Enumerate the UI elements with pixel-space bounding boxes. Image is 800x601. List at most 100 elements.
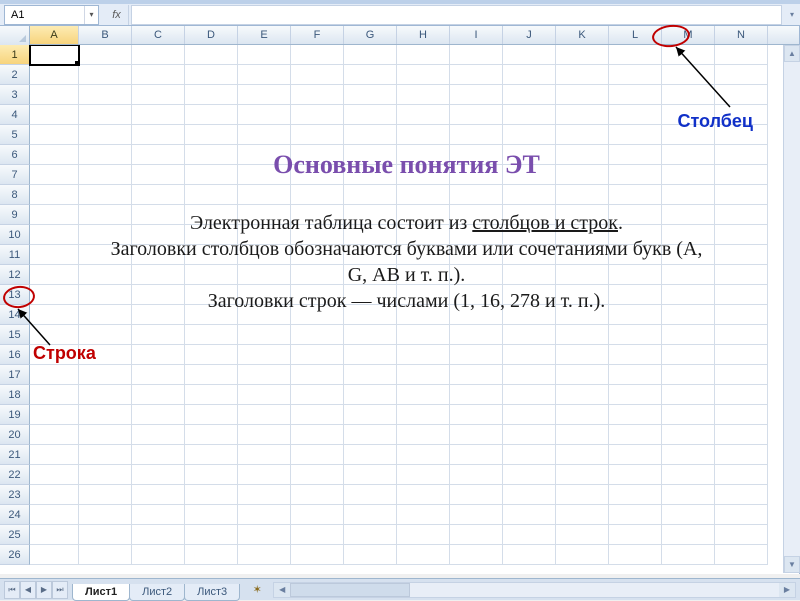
cell-A4[interactable] — [30, 105, 79, 125]
cell-F22[interactable] — [291, 465, 344, 485]
cell-K6[interactable] — [556, 145, 609, 165]
cell-E23[interactable] — [238, 485, 291, 505]
cell-L14[interactable] — [609, 305, 662, 325]
cell-M7[interactable] — [662, 165, 715, 185]
cell-N2[interactable] — [715, 65, 768, 85]
row-header-17[interactable]: 17 — [0, 365, 30, 385]
cell-N8[interactable] — [715, 185, 768, 205]
row-header-23[interactable]: 23 — [0, 485, 30, 505]
row-header-20[interactable]: 20 — [0, 425, 30, 445]
cell-D15[interactable] — [185, 325, 238, 345]
cell-M26[interactable] — [662, 545, 715, 565]
cell-H1[interactable] — [397, 45, 450, 65]
cell-G5[interactable] — [344, 125, 397, 145]
cell-H16[interactable] — [397, 345, 450, 365]
cell-L15[interactable] — [609, 325, 662, 345]
cell-C2[interactable] — [132, 65, 185, 85]
cell-A18[interactable] — [30, 385, 79, 405]
tab-nav-2[interactable]: ▶ — [36, 581, 52, 599]
cell-E19[interactable] — [238, 405, 291, 425]
cell-N7[interactable] — [715, 165, 768, 185]
cell-D19[interactable] — [185, 405, 238, 425]
cell-F25[interactable] — [291, 525, 344, 545]
cell-A5[interactable] — [30, 125, 79, 145]
cell-I26[interactable] — [450, 545, 503, 565]
cell-I5[interactable] — [450, 125, 503, 145]
cell-E5[interactable] — [238, 125, 291, 145]
column-header-J[interactable]: J — [503, 26, 556, 44]
row-header-10[interactable]: 10 — [0, 225, 30, 245]
column-header-B[interactable]: B — [79, 26, 132, 44]
cell-B22[interactable] — [79, 465, 132, 485]
cell-K10[interactable] — [556, 225, 609, 245]
cell-L10[interactable] — [609, 225, 662, 245]
cell-L7[interactable] — [609, 165, 662, 185]
row-header-21[interactable]: 21 — [0, 445, 30, 465]
cell-N18[interactable] — [715, 385, 768, 405]
cell-L8[interactable] — [609, 185, 662, 205]
row-header-4[interactable]: 4 — [0, 105, 30, 125]
cell-L21[interactable] — [609, 445, 662, 465]
cell-C9[interactable] — [132, 205, 185, 225]
cell-G16[interactable] — [344, 345, 397, 365]
cell-B1[interactable] — [79, 45, 132, 65]
cell-H9[interactable] — [397, 205, 450, 225]
cell-H4[interactable] — [397, 105, 450, 125]
cell-N4[interactable] — [715, 105, 768, 125]
select-all-button[interactable] — [0, 26, 30, 45]
cell-A2[interactable] — [30, 65, 79, 85]
cell-K5[interactable] — [556, 125, 609, 145]
cell-B25[interactable] — [79, 525, 132, 545]
cell-I18[interactable] — [450, 385, 503, 405]
cell-L26[interactable] — [609, 545, 662, 565]
cell-N17[interactable] — [715, 365, 768, 385]
cell-N9[interactable] — [715, 205, 768, 225]
cell-D20[interactable] — [185, 425, 238, 445]
cell-G9[interactable] — [344, 205, 397, 225]
cell-M12[interactable] — [662, 265, 715, 285]
cell-B8[interactable] — [79, 185, 132, 205]
cell-G20[interactable] — [344, 425, 397, 445]
tab-nav-1[interactable]: ◀ — [20, 581, 36, 599]
cell-M3[interactable] — [662, 85, 715, 105]
cell-I24[interactable] — [450, 505, 503, 525]
scroll-up-icon[interactable]: ▲ — [784, 45, 800, 62]
cell-G15[interactable] — [344, 325, 397, 345]
cell-A3[interactable] — [30, 85, 79, 105]
cell-C14[interactable] — [132, 305, 185, 325]
cell-H21[interactable] — [397, 445, 450, 465]
cell-C23[interactable] — [132, 485, 185, 505]
cell-A14[interactable] — [30, 305, 79, 325]
cell-F23[interactable] — [291, 485, 344, 505]
cell-D21[interactable] — [185, 445, 238, 465]
column-header-G[interactable]: G — [344, 26, 397, 44]
cell-G6[interactable] — [344, 145, 397, 165]
column-header-E[interactable]: E — [238, 26, 291, 44]
cell-I19[interactable] — [450, 405, 503, 425]
hscroll-track[interactable] — [410, 583, 779, 597]
scroll-right-icon[interactable]: ▶ — [779, 583, 795, 597]
cell-B16[interactable] — [79, 345, 132, 365]
name-box-dropdown-icon[interactable]: ▾ — [84, 6, 98, 24]
cell-E8[interactable] — [238, 185, 291, 205]
cell-N6[interactable] — [715, 145, 768, 165]
insert-function-button[interactable]: fx — [105, 5, 129, 25]
cell-A9[interactable] — [30, 205, 79, 225]
cell-C12[interactable] — [132, 265, 185, 285]
cell-A6[interactable] — [30, 145, 79, 165]
cell-D16[interactable] — [185, 345, 238, 365]
cell-E9[interactable] — [238, 205, 291, 225]
cell-I21[interactable] — [450, 445, 503, 465]
cell-E3[interactable] — [238, 85, 291, 105]
cell-D7[interactable] — [185, 165, 238, 185]
cell-B19[interactable] — [79, 405, 132, 425]
cell-E18[interactable] — [238, 385, 291, 405]
cell-H13[interactable] — [397, 285, 450, 305]
cell-A12[interactable] — [30, 265, 79, 285]
cell-N25[interactable] — [715, 525, 768, 545]
cell-D3[interactable] — [185, 85, 238, 105]
cell-E6[interactable] — [238, 145, 291, 165]
cell-E16[interactable] — [238, 345, 291, 365]
cell-N24[interactable] — [715, 505, 768, 525]
cell-L5[interactable] — [609, 125, 662, 145]
